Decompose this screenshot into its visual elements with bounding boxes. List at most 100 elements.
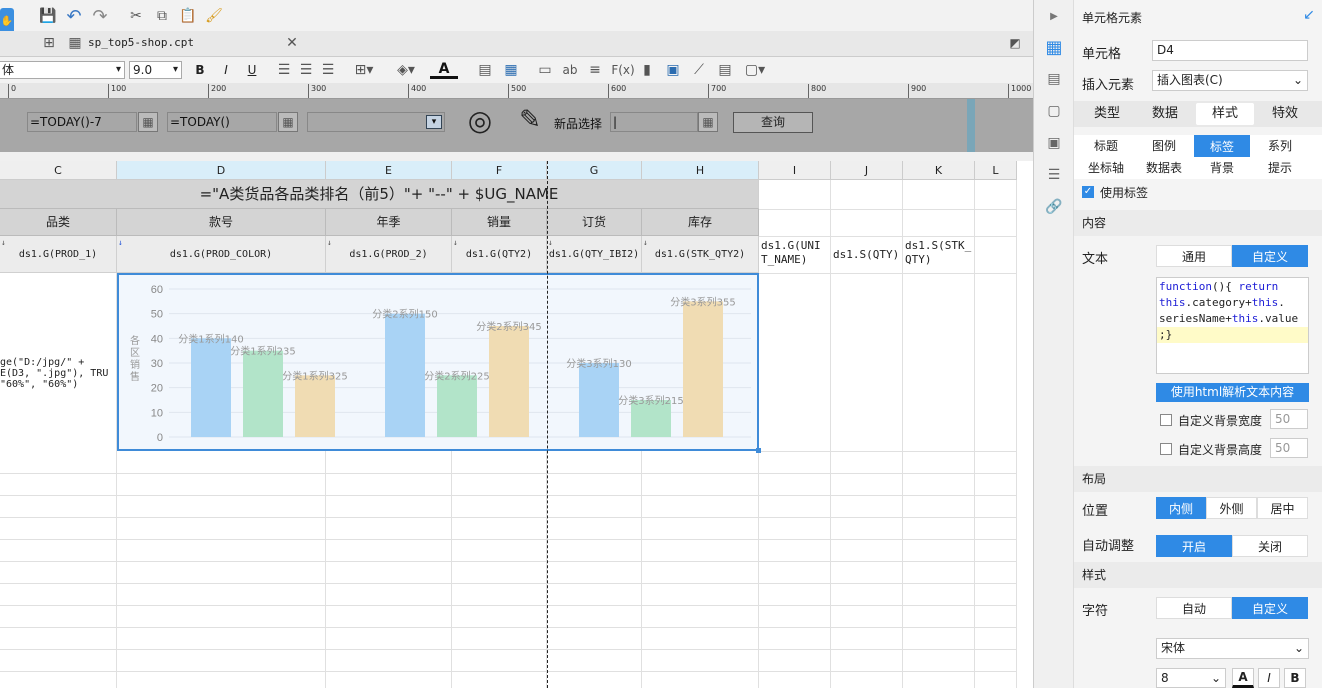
custom-bg-width-checkbox[interactable]: [1160, 414, 1172, 426]
font-name-select[interactable]: 体 ▾: [0, 61, 125, 79]
tree-select-icon[interactable]: ▦: [698, 112, 718, 132]
tab-style[interactable]: 样式: [1196, 103, 1254, 125]
char-custom[interactable]: 自定义: [1232, 597, 1308, 619]
calendar-icon[interactable]: ▦: [138, 112, 158, 132]
subtab-label[interactable]: 标签: [1194, 135, 1250, 157]
column-header-h[interactable]: H: [642, 161, 759, 180]
column-header-i[interactable]: I: [759, 161, 831, 180]
data-field-cell[interactable]: ↓ ds1.G(PROD_2): [326, 236, 452, 273]
data-field-cell[interactable]: ↓ ds1.G(QTY2): [452, 236, 547, 273]
hyperlink-icon[interactable]: 🔗: [1042, 196, 1066, 218]
subtab-datasheet[interactable]: 数据表: [1136, 157, 1192, 179]
subreport-icon[interactable]: ▤: [716, 61, 734, 79]
tab-menu-icon[interactable]: ◩: [1006, 34, 1024, 52]
dropdown-field[interactable]: ▾: [307, 112, 445, 132]
column-header-j[interactable]: J: [831, 161, 903, 180]
bold-icon[interactable]: B: [192, 61, 208, 79]
paragraph-icon[interactable]: ≡: [586, 61, 604, 79]
border-icon[interactable]: ⊞▾: [350, 61, 378, 79]
title-cell[interactable]: ="A类货品各品类排名（前5）"+ "--" + $UG_NAME: [0, 180, 759, 209]
cell-input[interactable]: D4: [1152, 40, 1308, 61]
merge-cell-icon[interactable]: ▤: [476, 61, 494, 79]
slash-icon[interactable]: ⟋: [690, 61, 708, 79]
subtab-axis[interactable]: 坐标轴: [1078, 157, 1134, 179]
tab-data[interactable]: 数据: [1136, 103, 1194, 125]
undo-icon[interactable]: ↶: [64, 6, 84, 27]
subtab-series[interactable]: 系列: [1252, 135, 1308, 157]
column-header-c[interactable]: C: [0, 161, 117, 180]
data-field-cell[interactable]: ↓ ds1.G(QTY_IBI2): [547, 236, 642, 273]
chart-cell-D4[interactable]: 0 10 20 30 40 50 60 各区销售 分类1系列140 分类1系列235 分类1系列32…: [117, 273, 759, 451]
more-icon[interactable]: ▢▾: [742, 61, 768, 79]
grid-icon[interactable]: ⊞: [40, 34, 58, 52]
eye-hidden-icon[interactable]: ◎: [455, 102, 505, 138]
save-icon[interactable]: 💾: [38, 6, 58, 26]
data-field-cell[interactable]: ds1.G(UNI T_NAME): [761, 239, 831, 267]
data-field-cell[interactable]: ds1.S(STK_ QTY): [905, 239, 977, 267]
image-icon[interactable]: ▣: [664, 61, 682, 79]
column-header-d[interactable]: D: [117, 161, 326, 180]
bg-width-input[interactable]: 50: [1270, 409, 1308, 429]
chart-icon[interactable]: ▮: [638, 61, 656, 79]
font-color-icon[interactable]: A: [430, 61, 458, 79]
edit-pen-icon[interactable]: ✎: [510, 102, 550, 138]
cell-element-icon[interactable]: ▦: [1042, 36, 1066, 58]
image-formula-cell[interactable]: ge("D:/jpg/" + E(D3, ".jpg"), TRU "60%",…: [0, 357, 117, 390]
layout-section-header[interactable]: 布局▼: [1074, 466, 1322, 492]
font-family-select[interactable]: 宋体 ⌄: [1156, 638, 1309, 659]
fill-color-icon[interactable]: ◈▾: [392, 61, 420, 79]
text-mode-custom[interactable]: 自定义: [1232, 245, 1308, 267]
data-field-cell[interactable]: ↓ ds1.G(STK_QTY2): [642, 236, 759, 273]
position-center[interactable]: 居中: [1257, 497, 1308, 519]
auto-on[interactable]: 开启: [1156, 535, 1232, 557]
align-left-icon[interactable]: ☰: [276, 61, 292, 79]
header-cell[interactable]: 年季: [326, 209, 452, 236]
redo-icon[interactable]: ↷: [90, 6, 110, 27]
paste-icon[interactable]: 📋: [178, 6, 198, 26]
file-tab-name[interactable]: sp_top5-shop.cpt: [88, 36, 194, 49]
text-icon[interactable]: ab: [560, 61, 580, 79]
italic-button[interactable]: I: [1258, 668, 1280, 688]
custom-bg-height-checkbox[interactable]: [1160, 443, 1172, 455]
data-field-cell[interactable]: ↓ ds1.G(PROD_1): [0, 236, 117, 273]
subtab-tooltip[interactable]: 提示: [1252, 157, 1308, 179]
content-section-header[interactable]: 内容▼: [1074, 210, 1322, 236]
copy-icon[interactable]: ⧉: [152, 6, 172, 26]
float-element-icon[interactable]: ▢: [1042, 100, 1066, 122]
tab-type[interactable]: 类型: [1078, 103, 1136, 125]
font-size-select[interactable]: 9.0 ▾: [129, 61, 182, 79]
pin-icon[interactable]: ↙: [1300, 6, 1318, 24]
calendar-icon[interactable]: ▦: [278, 112, 298, 132]
data-field-cell[interactable]: ↓ ds1.G(PROD_COLOR): [117, 236, 326, 273]
close-tab-icon[interactable]: ✕: [284, 34, 300, 52]
header-cell[interactable]: 品类: [0, 209, 117, 236]
column-header-l[interactable]: L: [975, 161, 1017, 180]
align-right-icon[interactable]: ☰: [320, 61, 336, 79]
cell-attribute-icon[interactable]: ▤: [1042, 68, 1066, 90]
format-painter-icon[interactable]: 🖌: [204, 6, 224, 26]
column-header-k[interactable]: K: [903, 161, 975, 180]
auto-off[interactable]: 关闭: [1232, 535, 1308, 557]
new-item-field[interactable]: |: [610, 112, 698, 132]
style-section-header[interactable]: 样式▼: [1074, 562, 1322, 588]
font-color-button[interactable]: A: [1232, 668, 1254, 688]
column-header-e[interactable]: E: [326, 161, 452, 180]
header-cell[interactable]: 订货: [547, 209, 642, 236]
subtab-background[interactable]: 背景: [1194, 157, 1250, 179]
bold-button[interactable]: B: [1284, 668, 1306, 688]
table-icon[interactable]: ▦: [502, 61, 520, 79]
panel-resize-handle[interactable]: [967, 99, 975, 152]
font-size-select[interactable]: 8 ⌄: [1156, 668, 1226, 688]
header-cell[interactable]: 销量: [452, 209, 547, 236]
label-code-editor[interactable]: function(){ return this.category+this. s…: [1156, 277, 1309, 374]
subtab-title[interactable]: 标题: [1078, 135, 1134, 157]
query-button[interactable]: 查询: [733, 112, 813, 133]
use-label-checkbox[interactable]: ✓: [1082, 186, 1094, 198]
header-cell[interactable]: 款号: [117, 209, 326, 236]
end-date-field[interactable]: =TODAY(): [167, 112, 277, 132]
column-header-g[interactable]: G: [547, 161, 642, 180]
underline-icon[interactable]: U: [244, 61, 260, 79]
align-center-icon[interactable]: ☰: [298, 61, 314, 79]
data-field-cell[interactable]: ds1.S(QTY): [833, 248, 903, 262]
start-date-field[interactable]: =TODAY()-7: [27, 112, 137, 132]
